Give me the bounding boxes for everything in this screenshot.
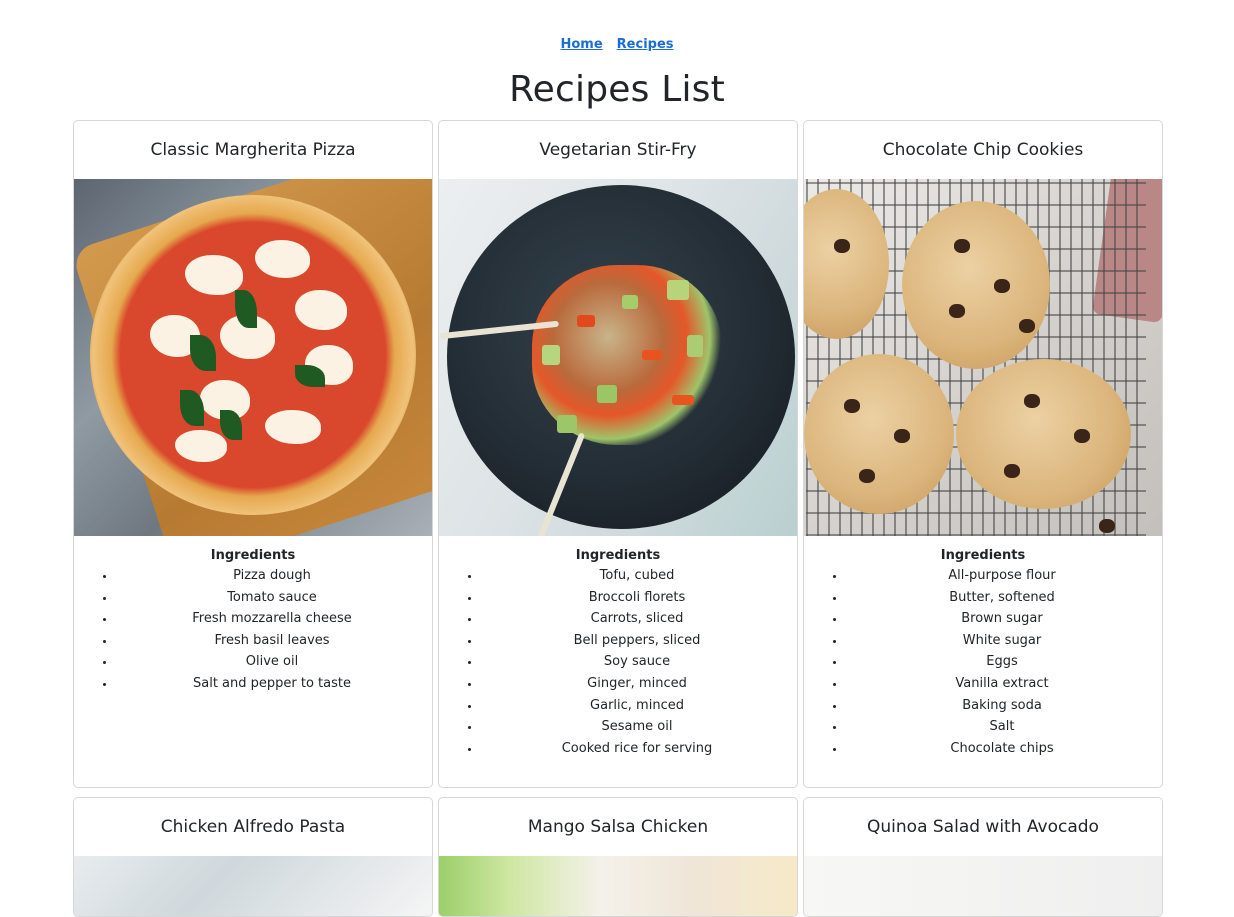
carrot-piece bbox=[642, 350, 662, 360]
recipe-image-quinoa-salad bbox=[804, 856, 1162, 916]
ingredient-item: Brown sugar bbox=[846, 608, 1162, 630]
ingredient-item: Tomato sauce bbox=[116, 587, 432, 609]
recipe-image-stirfry bbox=[439, 179, 797, 536]
ingredients-section: Ingredients All-purpose flour Butter, so… bbox=[804, 536, 1162, 759]
mozzarella bbox=[185, 255, 243, 295]
chocolate-chip bbox=[1019, 319, 1035, 333]
ingredient-item: Cooked rice for serving bbox=[481, 738, 797, 760]
cookie bbox=[956, 359, 1131, 509]
chocolate-chip bbox=[844, 399, 860, 413]
ingredient-item: Butter, softened bbox=[846, 587, 1162, 609]
recipe-title: Mango Salsa Chicken bbox=[527, 817, 709, 837]
recipe-title: Vegetarian Stir-Fry bbox=[539, 140, 697, 160]
ingredient-item: All-purpose flour bbox=[846, 565, 1162, 587]
ingredients-heading: Ingredients bbox=[575, 548, 661, 563]
ingredients-heading: Ingredients bbox=[210, 548, 296, 563]
ingredient-item: Olive oil bbox=[116, 651, 432, 673]
chocolate-chip bbox=[994, 279, 1010, 293]
recipe-card: Quinoa Salad with Avocado bbox=[803, 797, 1163, 917]
recipe-title: Quinoa Salad with Avocado bbox=[867, 817, 1099, 837]
recipe-image-mango-chicken bbox=[439, 856, 797, 916]
ingredient-item: Eggs bbox=[846, 651, 1162, 673]
ingredients-section: Ingredients Tofu, cubed Broccoli florets… bbox=[439, 536, 797, 759]
chocolate-chip bbox=[1074, 429, 1090, 443]
recipe-grid: Classic Margherita Pizza Ingredients • P… bbox=[73, 120, 1163, 917]
vegetable-piece bbox=[557, 415, 577, 433]
carrot-piece bbox=[672, 395, 694, 405]
ingredients-heading: Ingredients bbox=[940, 548, 1026, 563]
chocolate-chip bbox=[1004, 464, 1020, 478]
mozzarella bbox=[265, 410, 321, 444]
recipe-card: Chicken Alfredo Pasta bbox=[73, 797, 433, 917]
ingredients-list: Tofu, cubed Broccoli florets Carrots, sl… bbox=[439, 565, 797, 759]
recipe-title: Chocolate Chip Cookies bbox=[882, 140, 1084, 160]
chocolate-chip bbox=[954, 239, 970, 253]
vegetable-piece bbox=[542, 345, 560, 365]
ingredient-item: Pizza dough bbox=[116, 565, 432, 587]
ingredient-item: Broccoli florets bbox=[481, 587, 797, 609]
ingredient-item: Tofu, cubed bbox=[481, 565, 797, 587]
recipe-image-pasta bbox=[74, 856, 432, 916]
recipe-title: Classic Margherita Pizza bbox=[150, 140, 356, 160]
nav-recipes-link[interactable]: Recipes bbox=[617, 37, 674, 54]
recipe-title: Chicken Alfredo Pasta bbox=[160, 817, 346, 837]
ingredient-item: Soy sauce bbox=[481, 651, 797, 673]
ingredient-item: White sugar bbox=[846, 630, 1162, 652]
vegetable-piece bbox=[597, 385, 617, 403]
mozzarella bbox=[255, 240, 310, 278]
chocolate-chip bbox=[949, 304, 965, 318]
chocolate-chip bbox=[859, 469, 875, 483]
recipe-card: Chocolate Chip Cookies Ingredients All bbox=[803, 120, 1163, 788]
ingredient-item: Chocolate chips bbox=[846, 738, 1162, 760]
ingredient-item: Baking soda bbox=[846, 695, 1162, 717]
vegetable-piece bbox=[622, 295, 638, 309]
cookie bbox=[804, 354, 954, 514]
ingredient-item: Salt bbox=[846, 716, 1162, 738]
vegetable-piece bbox=[667, 280, 689, 300]
page-title: Recipes List bbox=[509, 69, 725, 110]
ingredient-item: Carrots, sliced bbox=[481, 608, 797, 630]
ingredient-item: Sesame oil bbox=[481, 716, 797, 738]
ingredients-list: Pizza dough Tomato sauce Fresh mozzarell… bbox=[74, 565, 432, 695]
mozzarella bbox=[175, 430, 227, 462]
basil-leaf bbox=[190, 335, 216, 371]
pizza bbox=[90, 195, 416, 515]
chocolate-chip bbox=[834, 239, 850, 253]
ingredient-item: Fresh basil leaves bbox=[116, 630, 432, 652]
recipe-card: Vegetarian Stir-Fry Ingredients Tofu, cu… bbox=[438, 120, 798, 788]
recipe-card: Classic Margherita Pizza Ingredients • P… bbox=[73, 120, 433, 788]
recipe-image-pizza bbox=[74, 179, 432, 536]
ingredient-item: Ginger, minced bbox=[481, 673, 797, 695]
chocolate-chip bbox=[1024, 394, 1040, 408]
ingredients-section: Ingredients Pizza dough Tomato sauce Fre… bbox=[74, 536, 432, 695]
top-nav: Home Recipes bbox=[0, 0, 1234, 54]
ingredient-item: Bell peppers, sliced bbox=[481, 630, 797, 652]
cookie bbox=[902, 201, 1050, 369]
bowl bbox=[447, 185, 795, 529]
recipe-card: Mango Salsa Chicken bbox=[438, 797, 798, 917]
ingredient-item: Vanilla extract bbox=[846, 673, 1162, 695]
ingredients-list: All-purpose flour Butter, softened Brown… bbox=[804, 565, 1162, 759]
chocolate-chip bbox=[894, 429, 910, 443]
vegetable-piece bbox=[687, 335, 703, 357]
mozzarella bbox=[295, 290, 347, 330]
ingredient-item: Salt and pepper to taste bbox=[116, 673, 432, 695]
nav-home-link[interactable]: Home bbox=[560, 37, 602, 54]
recipe-image-cookies bbox=[804, 179, 1162, 536]
carrot-piece bbox=[577, 315, 595, 327]
chocolate-chip bbox=[1099, 519, 1115, 533]
ingredient-item: Fresh mozzarella cheese bbox=[116, 608, 432, 630]
ingredient-item: Garlic, minced bbox=[481, 695, 797, 717]
